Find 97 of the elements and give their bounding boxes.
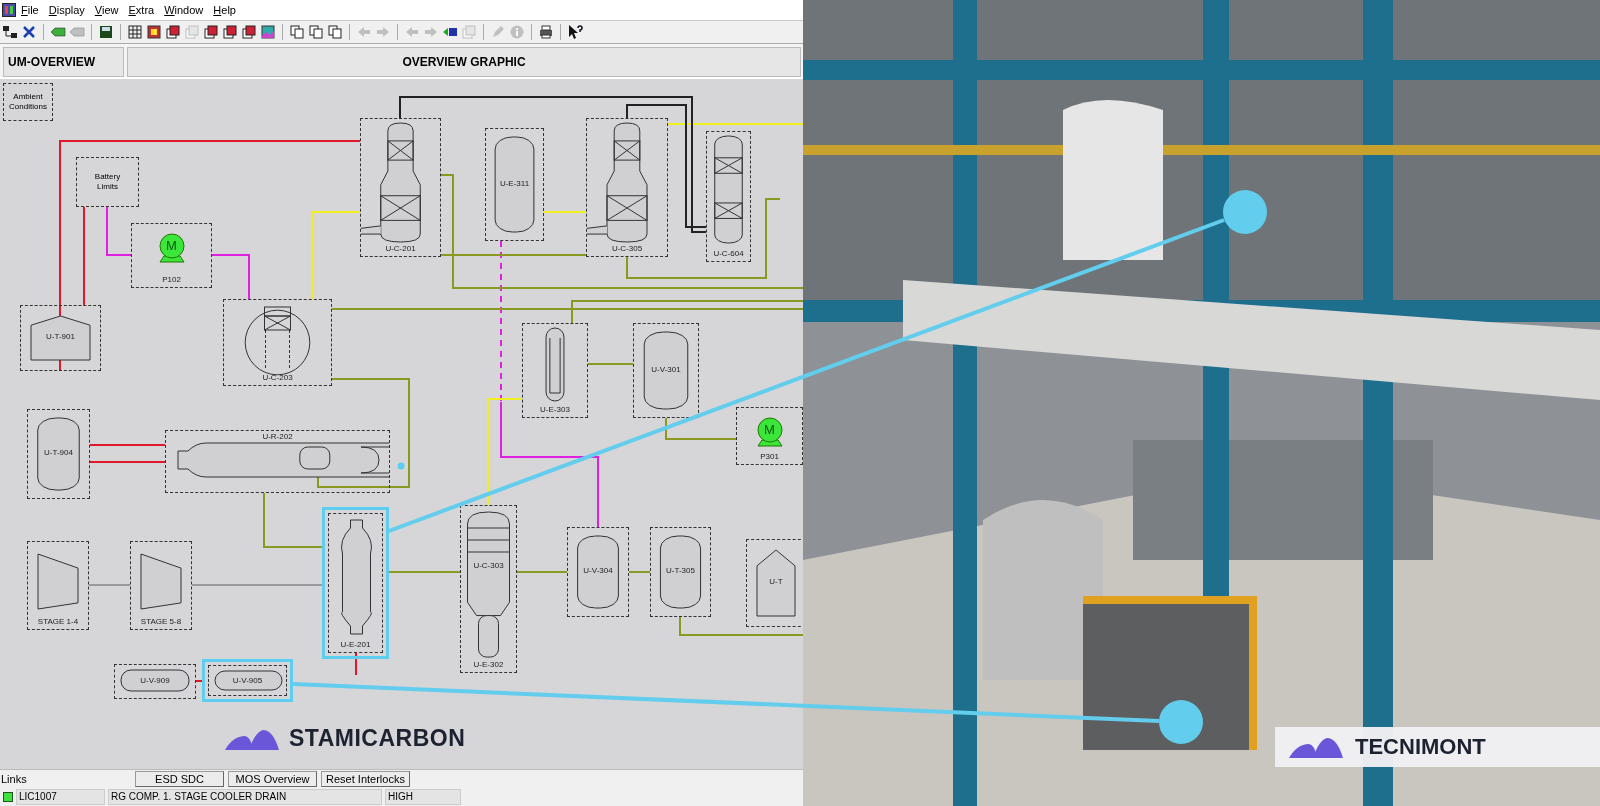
equipment-label: STAGE 5-8 (139, 617, 183, 627)
menu-item[interactable]: File (16, 4, 44, 16)
equipment-box[interactable]: U-V-304 (567, 527, 629, 617)
brand-name: TECNIMONT (1355, 734, 1486, 760)
equipment-box[interactable]: U-T-901 (20, 305, 101, 371)
equipment-box[interactable]: U-T (746, 539, 803, 627)
logo-icon (1289, 736, 1343, 758)
image-icon[interactable] (260, 24, 276, 40)
callout-marker (1159, 700, 1203, 744)
alarm-description: RG COMP. 1. STAGE COOLER DRAIN (108, 789, 382, 805)
network-icon[interactable] (2, 24, 18, 40)
pipe-line (263, 492, 323, 548)
note-label: Battery Limits (93, 172, 122, 192)
copy-icon[interactable] (308, 24, 324, 40)
equipment-box[interactable]: U-C-604 (706, 131, 751, 262)
equipment-label: U-C-303 (472, 560, 505, 571)
picture-frame-icon[interactable] (146, 24, 162, 40)
equipment-label: STAGE 1-4 (36, 617, 80, 627)
link-button[interactable]: Reset Interlocks (321, 771, 410, 787)
equipment-label: U-E-303 (539, 405, 571, 415)
windows-icon[interactable] (165, 24, 181, 40)
equipment-box[interactable]: U-T-305 (650, 527, 711, 617)
callout-marker (1223, 190, 1267, 234)
menu-item[interactable]: Window (159, 4, 209, 16)
pipe-line (587, 363, 634, 365)
motor-symbol: M (763, 423, 776, 437)
highlighted-equipment[interactable]: U-V-905 (202, 659, 293, 702)
equipment-label: U-V-301 (650, 364, 682, 375)
link-button[interactable]: MOS Overview (228, 771, 317, 787)
equipment-box[interactable]: U-C-201 (360, 118, 441, 257)
equipment-box[interactable]: U-C-305 (586, 118, 668, 257)
alarm-priority: HIGH (385, 789, 461, 805)
equipment-label: U-V-905 (231, 675, 264, 686)
equipment-label: U-C-201 (384, 244, 417, 254)
equipment-label: U-T-901 (45, 332, 76, 342)
note-label: Ambient Conditions (8, 92, 48, 112)
equipment-box[interactable]: U-V-301 (633, 323, 699, 418)
equipment-box[interactable]: U-R-202 (165, 430, 390, 493)
highlighted-equipment[interactable]: U-E-201 (322, 507, 389, 659)
logo-icon (225, 727, 279, 750)
menu-item[interactable]: Display (43, 4, 90, 16)
copy-icon[interactable] (327, 24, 343, 40)
equipment-box[interactable]: U-C-303 U-E-302 (460, 505, 517, 673)
equipment-label: U-C-604 (712, 249, 745, 259)
tag-icon[interactable] (50, 24, 66, 40)
equipment-label: P301 (759, 452, 780, 462)
equipment-box[interactable]: U-V-909 (114, 664, 196, 699)
equipment-label: U-E-302 (472, 660, 505, 670)
links-label: Links (0, 773, 28, 785)
display-tab[interactable]: UM-OVERVIEW (3, 47, 124, 77)
copy-icon[interactable] (289, 24, 305, 40)
save-icon[interactable] (98, 24, 114, 40)
windows-icon[interactable] (203, 24, 219, 40)
printer-icon[interactable] (538, 24, 554, 40)
equipment-label: U-T-305 (665, 566, 696, 576)
alarm-lamp (3, 792, 13, 802)
equipment-box[interactable]: M P102 (131, 223, 212, 288)
equipment-label: U-E-201 (339, 640, 372, 650)
equipment-box[interactable]: U-E-303 (522, 323, 588, 418)
pipe-line (355, 652, 357, 676)
equipment-label: U-C-305 (610, 244, 644, 254)
pipe-line (628, 571, 651, 573)
menu-item[interactable]: Help (208, 4, 241, 16)
brand-name: STAMICARBON (289, 725, 466, 752)
equipment-label: U-T-904 (43, 448, 74, 458)
equipment-box[interactable]: M P301 (736, 407, 803, 465)
close-icon[interactable] (21, 24, 37, 40)
pipe-line (88, 584, 131, 586)
equipment-box[interactable]: STAGE 5-8 (130, 541, 192, 630)
equipment-box[interactable]: Battery Limits (76, 157, 139, 207)
equipment-label: U-E-311 (498, 178, 531, 189)
equipment-box[interactable]: U-T-904 (27, 409, 90, 499)
link-button[interactable]: ESD SDC (135, 771, 224, 787)
alarm-tag: LIC1007 (16, 789, 105, 805)
equipment-label: U-R-202 (261, 432, 294, 442)
pipe-line (195, 680, 203, 682)
grid-icon[interactable] (127, 24, 143, 40)
motor-symbol: M (165, 239, 178, 253)
windows-icon[interactable] (241, 24, 257, 40)
pipe-line (516, 571, 568, 573)
pipe-line (665, 417, 737, 440)
equipment-box[interactable]: U-E-311 (485, 128, 544, 241)
display-title: OVERVIEW GRAPHIC (127, 47, 801, 77)
equipment-box[interactable]: U-C-203 (223, 299, 332, 386)
status-dot (397, 462, 405, 470)
equipment-label: U-V-909 (139, 675, 171, 686)
menu-item[interactable]: Extra (123, 4, 160, 16)
equipment-label: U-V-304 (582, 566, 614, 576)
windows-icon[interactable] (222, 24, 238, 40)
app-icon[interactable] (2, 3, 16, 17)
equipment-label: U-C-203 (261, 373, 294, 383)
menu-item[interactable]: View (89, 4, 124, 16)
equipment-box[interactable]: STAGE 1-4 (27, 541, 89, 630)
equipment-box[interactable]: Ambient Conditions (3, 83, 53, 121)
help-pointer-icon[interactable] (567, 24, 583, 40)
equipment-label: P102 (161, 275, 182, 285)
equipment-label: U-T (768, 577, 784, 587)
